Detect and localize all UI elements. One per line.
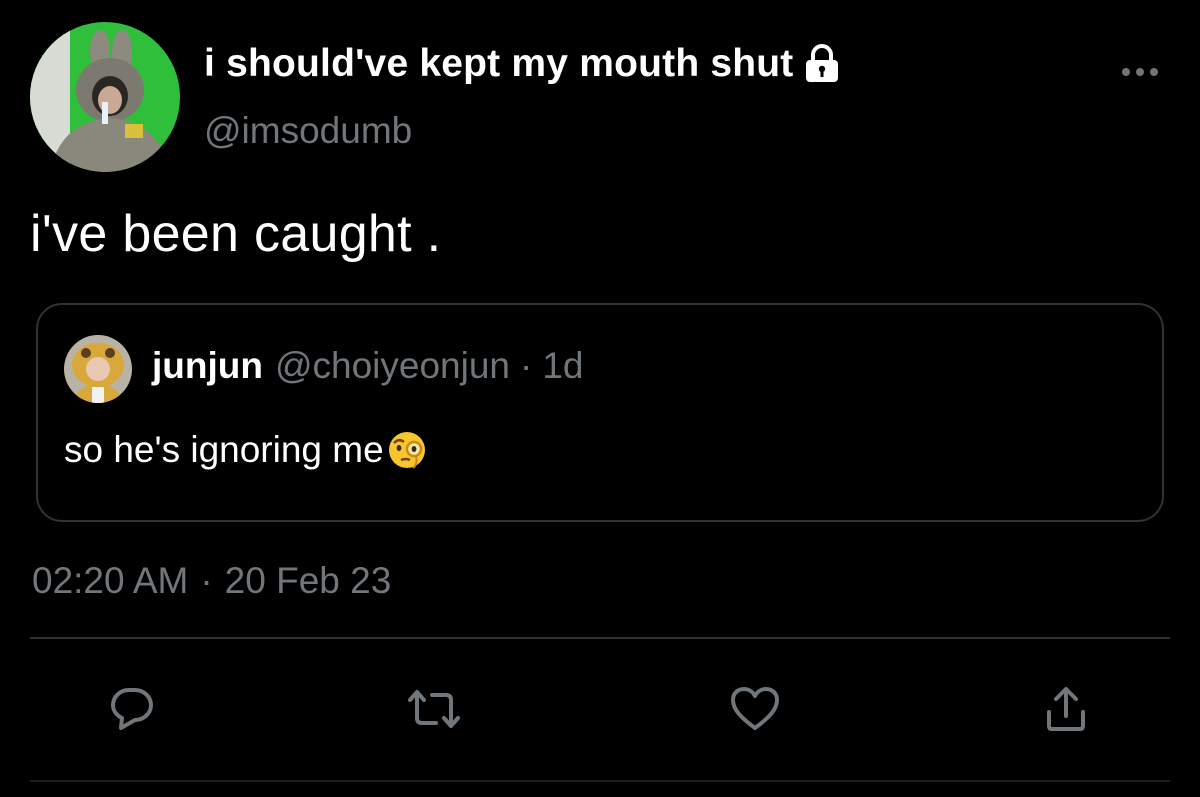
divider (30, 637, 1170, 639)
share-button[interactable] (1041, 684, 1091, 734)
reply-icon (107, 684, 157, 734)
timestamp-separator: · (200, 560, 213, 601)
quoted-tweet-card[interactable]: junjun @choiyeonjun · 1d so he's ignorin… (36, 303, 1164, 522)
author-display-name[interactable]: i should've kept my mouth shut (204, 42, 794, 86)
quoted-author-handle[interactable]: @choiyeonjun (275, 345, 510, 387)
tweet-timestamp[interactable]: 02:20 AM · 20 Feb 23 (32, 560, 391, 602)
author-avatar[interactable] (30, 22, 180, 172)
reply-button[interactable] (107, 684, 157, 734)
quoted-author-name[interactable]: junjun (152, 345, 263, 387)
quoted-text: so he's ignoring me (64, 429, 384, 470)
tweet-text: i've been caught . (30, 205, 442, 263)
author-handle[interactable]: @imsodumb (204, 110, 412, 152)
timestamp-time: 02:20 AM (32, 560, 189, 601)
like-button[interactable] (728, 684, 779, 734)
quoted-time: 1d (542, 345, 584, 386)
quoted-separator: · (520, 345, 533, 386)
tweet: i should've kept my mouth shut @imsodumb… (0, 0, 1200, 797)
quoted-text-row: so he's ignoring me (64, 429, 428, 471)
lock-icon (800, 42, 844, 86)
quoted-header: junjun @choiyeonjun · 1d (152, 345, 584, 387)
quoted-author-avatar[interactable] (64, 335, 132, 403)
author-name-row: i should've kept my mouth shut (204, 38, 844, 90)
more-horizontal-icon[interactable] (1118, 62, 1162, 82)
share-icon (1041, 684, 1091, 734)
timestamp-date: 20 Feb 23 (224, 560, 392, 601)
retweet-button[interactable] (406, 684, 460, 734)
heart-icon (728, 684, 779, 734)
bottom-divider (30, 780, 1170, 782)
face-with-monocle-icon (386, 429, 428, 471)
retweet-icon (406, 684, 460, 734)
